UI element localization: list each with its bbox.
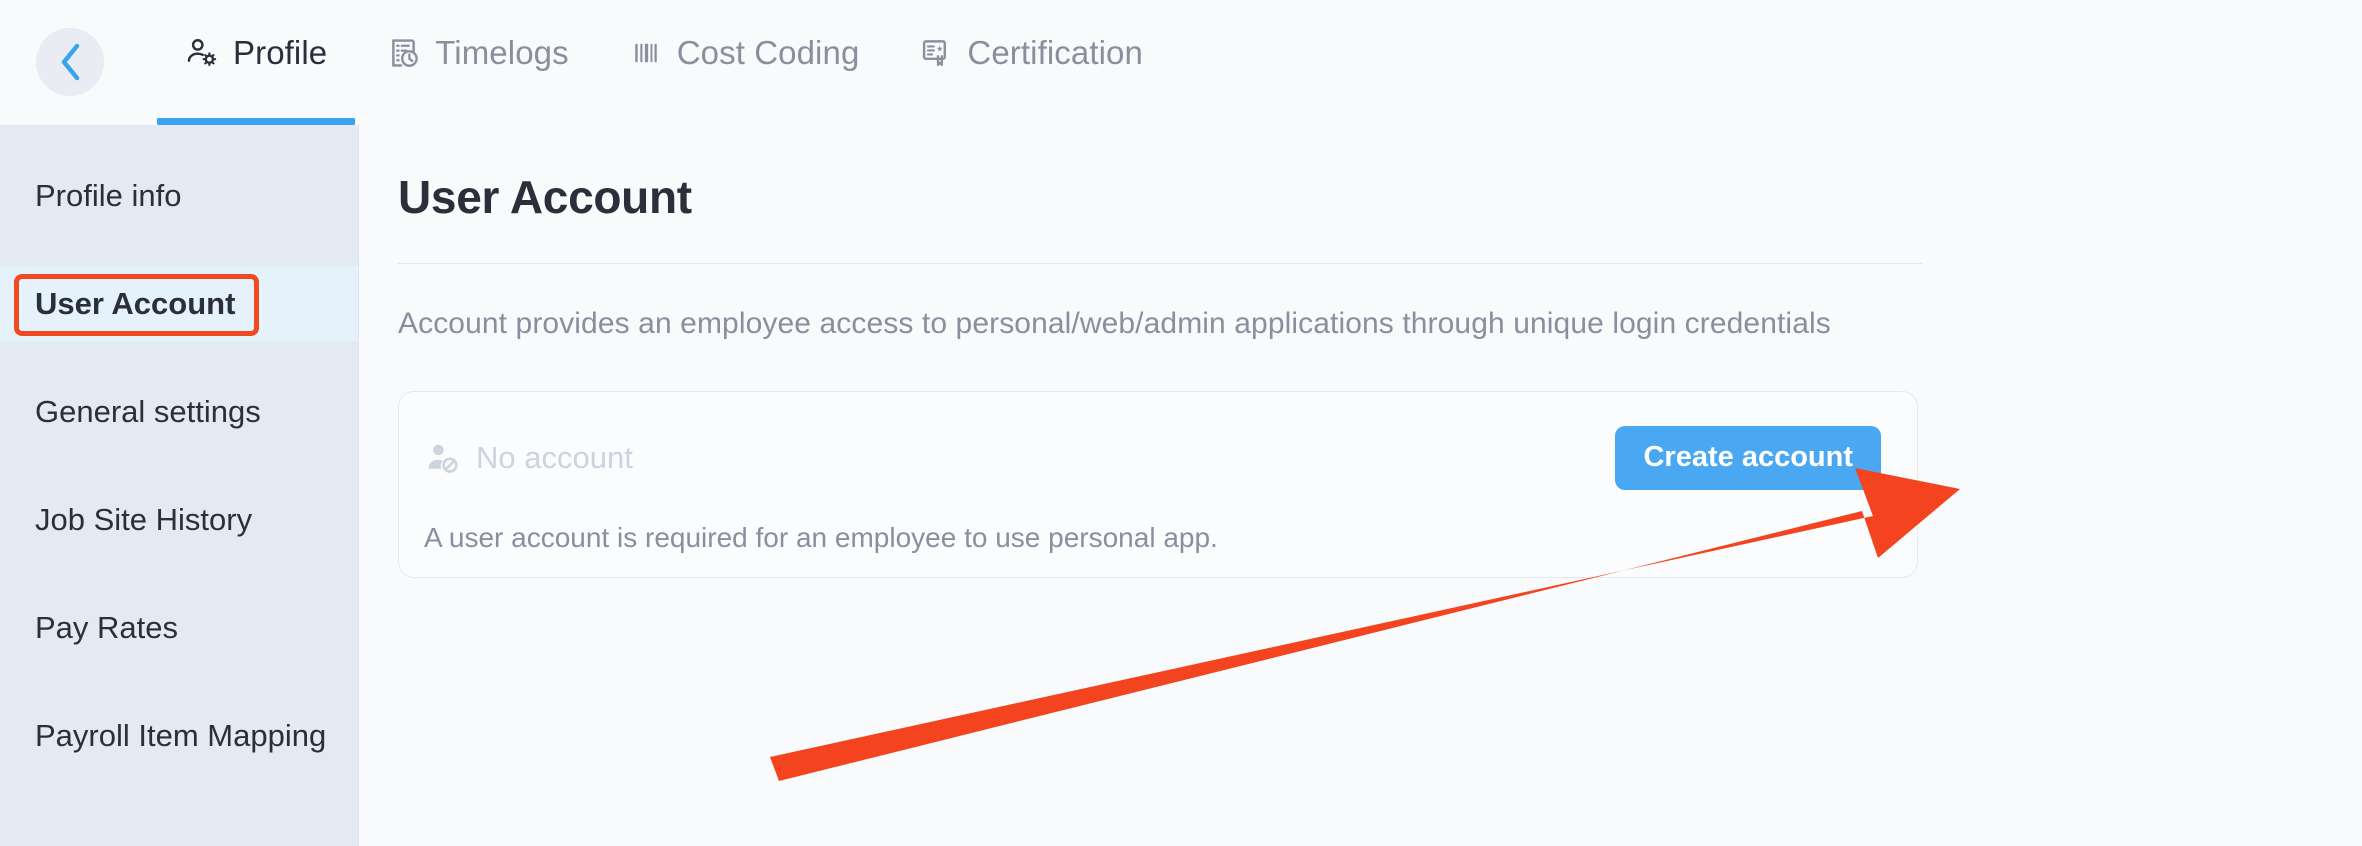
clock-document-icon <box>387 36 421 70</box>
account-requirement-note: A user account is required for an employ… <box>424 521 1218 553</box>
tab-certification[interactable]: Certification <box>889 0 1173 125</box>
active-tab-underline <box>157 118 356 125</box>
account-status-text: No account <box>476 439 633 475</box>
sidebar-item-job-site-history[interactable]: Job Site History <box>0 482 358 557</box>
tab-cost-coding[interactable]: Cost Coding <box>599 0 890 125</box>
barcode-icon <box>629 36 663 70</box>
profile-sidebar: Profile info User Account General settin… <box>0 125 359 846</box>
account-status: No account <box>424 440 633 476</box>
sidebar-item-user-account[interactable]: User Account <box>0 266 358 341</box>
certificate-icon <box>919 36 953 70</box>
user-blocked-icon <box>424 440 460 476</box>
sidebar-item-pay-rates[interactable]: Pay Rates <box>0 590 358 665</box>
chevron-left-icon <box>57 42 83 82</box>
page-description: Account provides an employee access to p… <box>398 307 1831 340</box>
user-account-page: Profile Timelogs Cost Coding Certificati… <box>0 0 2362 846</box>
sidebar-item-general-settings[interactable]: General settings <box>0 374 358 449</box>
tab-timelogs[interactable]: Timelogs <box>357 0 598 125</box>
top-navigation-bar: Profile Timelogs Cost Coding Certificati… <box>0 0 2362 125</box>
create-account-button[interactable]: Create account <box>1615 426 1881 490</box>
sidebar-top-spacer <box>0 125 358 158</box>
sidebar-item-payroll-item-mapping[interactable]: Payroll Item Mapping <box>0 698 358 773</box>
page-title: User Account <box>398 171 692 223</box>
tab-label: Timelogs <box>435 33 569 71</box>
tab-label: Cost Coding <box>676 33 860 71</box>
sidebar-item-label: Pay Rates <box>35 609 179 645</box>
user-account-card: No account Create account A user account… <box>398 391 1918 578</box>
sidebar-item-profile-info[interactable]: Profile info <box>0 158 358 233</box>
title-divider <box>398 263 1922 264</box>
tab-label: Certification <box>967 33 1143 71</box>
back-button[interactable] <box>36 28 104 96</box>
main-content: User Account Account provides an employe… <box>359 125 2362 846</box>
sidebar-item-label: Payroll Item Mapping <box>35 717 327 753</box>
tab-list: Profile Timelogs Cost Coding Certificati… <box>155 0 1173 125</box>
user-gear-icon <box>185 36 219 70</box>
card-header-row: No account Create account <box>424 426 1881 490</box>
tab-label: Profile <box>233 33 328 71</box>
sidebar-item-label: General settings <box>35 393 261 429</box>
sidebar-item-label: User Account <box>35 285 236 321</box>
sidebar-item-label: Profile info <box>35 177 182 213</box>
sidebar-item-label: Job Site History <box>35 501 253 537</box>
tab-profile[interactable]: Profile <box>155 0 357 125</box>
